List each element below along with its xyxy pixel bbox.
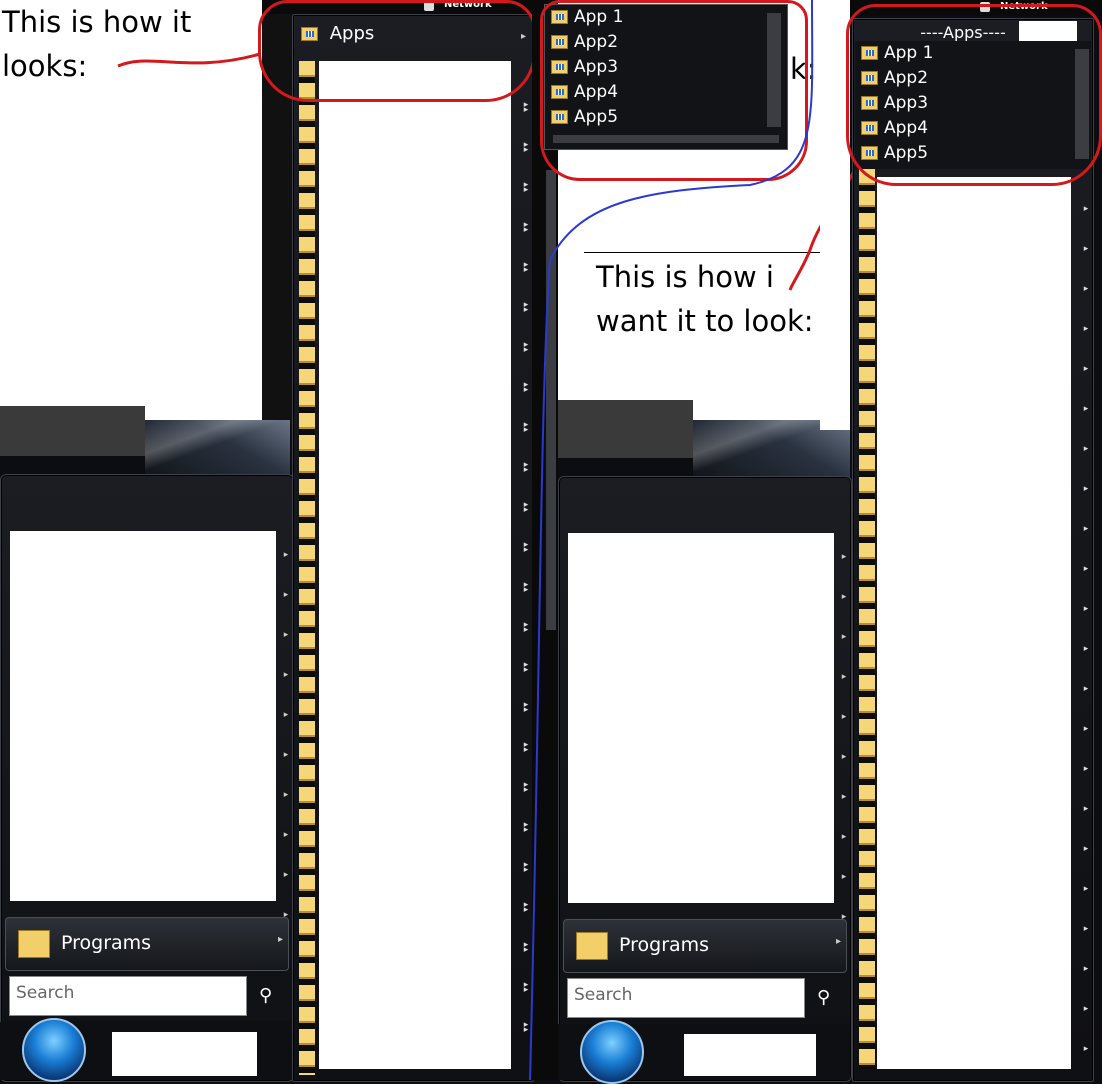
left-red-stroke	[117, 52, 261, 68]
left-taskbar-redacted	[112, 1032, 257, 1076]
left-programs-label: Programs	[61, 932, 152, 954]
search-icon[interactable]: ⚲	[259, 985, 272, 1006]
right-red-annotation	[846, 4, 1102, 186]
left-search-input[interactable]: Search	[9, 976, 247, 1016]
left-menu-arrows: ▸ ▸ ▸ ▸ ▸ ▸ ▸ ▸ ▸ ▸	[283, 550, 289, 920]
left-programs-arrow-icon: ▸	[278, 934, 284, 945]
programs-folder-icon	[18, 930, 50, 958]
left-folder-icons-column	[299, 61, 315, 1075]
middle-menu-arrows: ▸ ▸ ▸ ▸ ▸ ▸ ▸ ▸ ▸ ▸	[841, 552, 847, 922]
left-pinned-list-redacted	[10, 531, 276, 901]
left-programs-item[interactable]: Programs ▸	[5, 917, 289, 971]
blue-connector-line	[529, 0, 814, 1080]
left-submenu: Apps ▸ ▸ ▸ ▸ ▸ ▸ ▸ ▸ ▸ ▸ ▸ ▸ ▸ ▸ ▸ ▸ ▸ ▸ ▸ ▸ ▸ ▸ ▸ ▸ ▸	[292, 14, 534, 1082]
left-wallpaper	[145, 420, 290, 480]
middle-programs-arrow-icon: ▸	[836, 936, 842, 947]
right-submenu-arrows: ▸ ▸ ▸ ▸ ▸ ▸ ▸ ▸ ▸ ▸ ▸ ▸ ▸ ▸ ▸ ▸ ▸ ▸ ▸ ▸ ▸ ▸	[1083, 204, 1089, 1054]
right-submenu-items-redacted	[877, 177, 1071, 1069]
left-red-annotation	[258, 0, 536, 102]
start-orb-icon[interactable]	[22, 1018, 86, 1082]
right-folder-icons-column	[859, 169, 875, 1069]
left-dark-block	[0, 406, 145, 456]
left-start-menu: ▸ ▸ ▸ ▸ ▸ ▸ ▸ ▸ ▸ ▸ Programs ▸ Search ⚲	[0, 474, 294, 1082]
left-submenu-items-redacted	[319, 61, 511, 1069]
